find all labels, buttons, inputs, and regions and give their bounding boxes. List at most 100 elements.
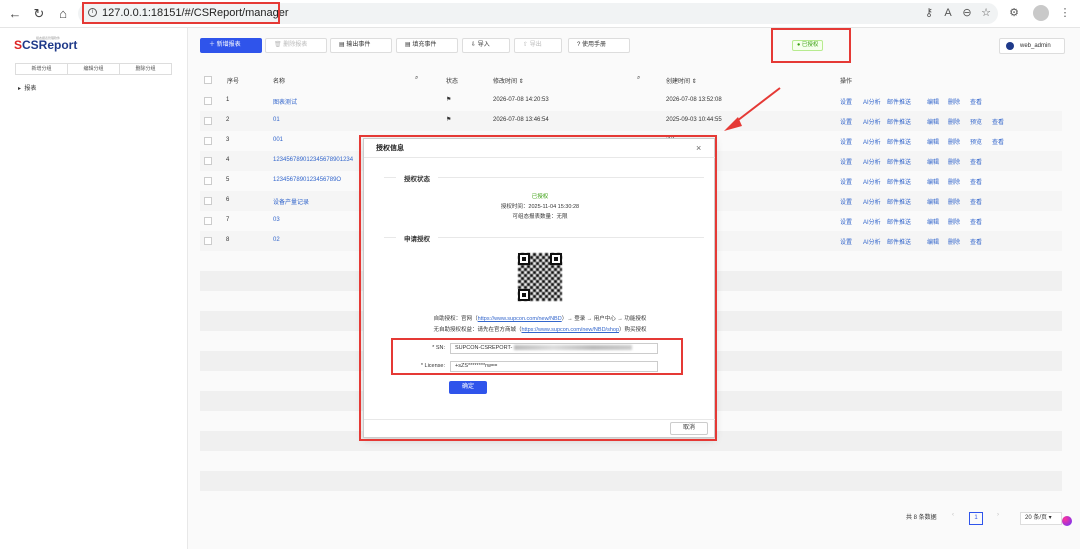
report-name-link[interactable]: 设备产量记录	[273, 197, 309, 206]
delete-group-button[interactable]: 删除分组	[120, 64, 171, 74]
row-action-link[interactable]: 删除	[948, 217, 960, 226]
row-action-link[interactable]: 编辑	[927, 117, 939, 126]
home-icon[interactable]: ⌂	[54, 5, 72, 23]
favorite-icon[interactable]: ☆	[979, 6, 993, 20]
prev-page-icon[interactable]: ‹	[952, 512, 954, 518]
row-action-link[interactable]: 邮件推送	[887, 117, 911, 126]
row-action-link[interactable]: 邮件推送	[887, 237, 911, 246]
page-1-button[interactable]: 1	[969, 512, 983, 525]
row-action-link[interactable]: AI分析	[863, 137, 881, 146]
new-report-button[interactable]: ＋ 新增报表	[200, 38, 262, 53]
row-action-link[interactable]: 查看	[992, 137, 1004, 146]
row-action-link[interactable]: AI分析	[863, 97, 881, 106]
row-action-link[interactable]: 编辑	[927, 197, 939, 206]
row-action-link[interactable]: 查看	[970, 217, 982, 226]
tree-root-reports[interactable]: ▸ 报表	[18, 83, 36, 92]
col-created[interactable]: 创建时间 ⇕	[666, 76, 697, 85]
back-icon[interactable]: ←	[6, 5, 24, 23]
row-checkbox[interactable]	[204, 157, 212, 165]
row-action-link[interactable]: 设置	[840, 117, 852, 126]
import-button[interactable]: ⇩ 导入	[462, 38, 510, 53]
report-name-link[interactable]: 02	[273, 237, 280, 243]
report-name-link[interactable]: 01	[273, 117, 280, 123]
row-action-link[interactable]: AI分析	[863, 117, 881, 126]
row-action-link[interactable]: 编辑	[927, 237, 939, 246]
col-modified[interactable]: 修改时间 ⇕	[493, 76, 524, 85]
row-action-link[interactable]: 删除	[948, 97, 960, 106]
row-action-link[interactable]: 设置	[840, 157, 852, 166]
row-action-link[interactable]: AI分析	[863, 197, 881, 206]
row-action-link[interactable]: 编辑	[927, 157, 939, 166]
row-action-link[interactable]: 查看	[970, 97, 982, 106]
add-group-button[interactable]: 新增分组	[16, 64, 68, 74]
row-checkbox[interactable]	[204, 137, 212, 145]
row-action-link[interactable]: 预览	[970, 137, 982, 146]
refresh-icon[interactable]: ↻	[30, 5, 48, 23]
report-name-link[interactable]: 1234567890123456789O	[273, 177, 341, 183]
row-action-link[interactable]: 邮件推送	[887, 217, 911, 226]
row-action-link[interactable]: 编辑	[927, 137, 939, 146]
row-action-link[interactable]: 编辑	[927, 217, 939, 226]
row-action-link[interactable]: 设置	[840, 217, 852, 226]
row-action-link[interactable]: 删除	[948, 157, 960, 166]
row-action-link[interactable]: AI分析	[863, 237, 881, 246]
row-action-link[interactable]: 邮件推送	[887, 177, 911, 186]
row-action-link[interactable]: 邮件推送	[887, 157, 911, 166]
manual-button[interactable]: ? 使用手册	[568, 38, 630, 53]
row-action-link[interactable]: 删除	[948, 177, 960, 186]
table-row[interactable]: 1 图表测试 ⚑ 2026-07-08 14:20:53 2026-07-08 13:5…	[200, 91, 1062, 111]
search-icon[interactable]: ⌕	[415, 75, 418, 82]
row-checkbox[interactable]	[204, 237, 212, 245]
fill-event-button[interactable]: ▤ 填充事件	[396, 38, 458, 53]
row-action-link[interactable]: 查看	[970, 157, 982, 166]
row-action-link[interactable]: AI分析	[863, 157, 881, 166]
extensions-icon[interactable]: ⚙	[1007, 6, 1021, 20]
report-name-link[interactable]: 03	[273, 217, 280, 223]
user-menu[interactable]: web_admin	[999, 38, 1065, 54]
select-all-checkbox[interactable]	[204, 76, 212, 84]
row-action-link[interactable]: 删除	[948, 197, 960, 206]
row-action-link[interactable]: 预览	[970, 117, 982, 126]
report-name-link[interactable]: 001	[273, 137, 283, 143]
key-icon[interactable]: ⚷	[922, 6, 936, 20]
row-checkbox[interactable]	[204, 197, 212, 205]
report-name-link[interactable]: 123456789012345678901234	[273, 157, 353, 163]
row-action-link[interactable]: AI分析	[863, 177, 881, 186]
row-action-link[interactable]: 设置	[840, 197, 852, 206]
row-action-link[interactable]: 邮件推送	[887, 197, 911, 206]
row-action-link[interactable]: 设置	[840, 137, 852, 146]
row-action-link[interactable]: 邮件推送	[887, 97, 911, 106]
row-action-link[interactable]: 查看	[970, 177, 982, 186]
search-icon[interactable]: ⌕	[637, 75, 640, 82]
row-checkbox[interactable]	[204, 177, 212, 185]
row-checkbox[interactable]	[204, 117, 212, 125]
translate-icon[interactable]: A	[941, 6, 955, 20]
report-name-link[interactable]: 图表测试	[273, 97, 297, 106]
export-event-button[interactable]: ▤ 输出事件	[330, 38, 392, 53]
row-action-link[interactable]: 编辑	[927, 97, 939, 106]
row-action-link[interactable]: 编辑	[927, 177, 939, 186]
row-action-link[interactable]: 查看	[970, 197, 982, 206]
row-action-link[interactable]: 查看	[970, 237, 982, 246]
zoom-icon[interactable]: ⊖	[960, 6, 974, 20]
row-action-link[interactable]: 删除	[948, 117, 960, 126]
row-action-link[interactable]: 删除	[948, 237, 960, 246]
assistant-floating-icon[interactable]	[1062, 516, 1072, 526]
export-button[interactable]: ⇧ 导出	[514, 38, 562, 53]
row-action-link[interactable]: AI分析	[863, 217, 881, 226]
caret-right-icon[interactable]: ▸	[18, 86, 21, 92]
row-action-link[interactable]: 查看	[992, 117, 1004, 126]
row-action-link[interactable]: 邮件推送	[887, 137, 911, 146]
next-page-icon[interactable]: ›	[997, 512, 999, 518]
row-checkbox[interactable]	[204, 97, 212, 105]
browser-profile-avatar[interactable]	[1033, 5, 1049, 21]
row-action-link[interactable]: 设置	[840, 177, 852, 186]
table-row[interactable]: 2 01 ⚑ 2026-07-08 13:46:54 2025-09-03 10:44:…	[200, 111, 1062, 131]
delete-report-button[interactable]: 🗑 删除报表	[265, 38, 327, 53]
edit-group-button[interactable]: 编辑分组	[68, 64, 120, 74]
row-action-link[interactable]: 删除	[948, 137, 960, 146]
row-checkbox[interactable]	[204, 217, 212, 225]
more-menu-icon[interactable]: ⋮	[1058, 6, 1072, 20]
row-action-link[interactable]: 设置	[840, 97, 852, 106]
row-action-link[interactable]: 设置	[840, 237, 852, 246]
